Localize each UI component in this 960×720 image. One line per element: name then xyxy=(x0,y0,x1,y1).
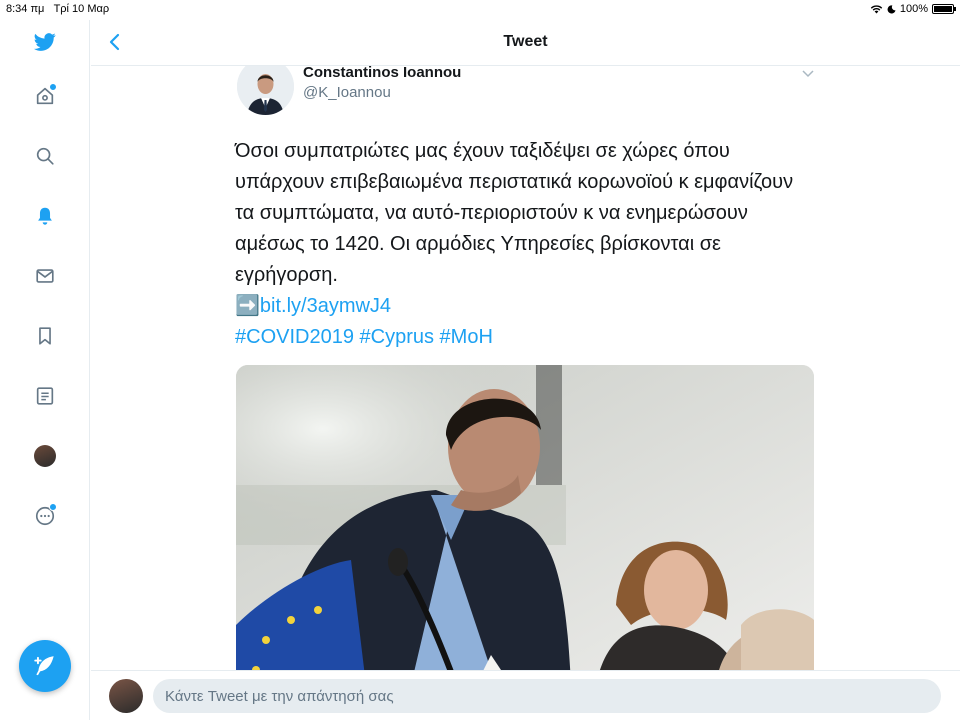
tweet-text: Όσοι συμπατριώτες μας έχουν ταξιδέψει σε… xyxy=(235,140,794,286)
more-badge xyxy=(49,503,57,511)
compose-feather-icon xyxy=(34,656,54,676)
battery-icon xyxy=(932,4,956,14)
reply-avatar xyxy=(109,679,143,713)
messages-icon[interactable] xyxy=(33,264,57,288)
arrow-emoji-icon: ➡️ xyxy=(235,295,260,317)
tweet-detail: Constantinos Ioannou @K_Ioannou Όσοι συμ… xyxy=(91,66,960,670)
tweet-body: Όσοι συμπατριώτες μας έχουν ταξιδέψει σε… xyxy=(235,136,815,353)
twitter-logo-icon[interactable] xyxy=(33,30,57,54)
tweet-photo-image xyxy=(236,365,814,670)
author-avatar-image xyxy=(237,66,294,115)
notifications-bell-icon[interactable] xyxy=(33,204,57,228)
profile-avatar-image xyxy=(34,445,56,467)
bookmark-icon[interactable] xyxy=(33,324,57,348)
header: Tweet xyxy=(91,20,960,66)
wifi-icon xyxy=(870,5,883,14)
lists-icon[interactable] xyxy=(33,384,57,408)
sidebar xyxy=(0,20,90,720)
home-icon[interactable] xyxy=(33,83,57,108)
chevron-down-icon[interactable] xyxy=(801,66,815,80)
page-title: Tweet xyxy=(503,33,548,50)
status-right: 100% xyxy=(870,3,956,15)
home-badge xyxy=(49,83,57,91)
tweet-hashtags[interactable]: #COVID2019 #Cyprus #MoH xyxy=(235,322,815,353)
more-icon[interactable] xyxy=(33,503,57,528)
author-name[interactable]: Constantinos Ioannou xyxy=(303,66,461,81)
reply-input[interactable]: Κάντε Tweet με την απάντησή σας xyxy=(153,679,941,713)
tweet-photo[interactable] xyxy=(236,365,814,670)
author-handle[interactable]: @K_Ioannou xyxy=(303,84,391,101)
battery-fill xyxy=(934,6,952,12)
author-avatar[interactable] xyxy=(237,66,294,115)
reply-bar: Κάντε Tweet με την απάντησή σας xyxy=(91,670,960,720)
battery-percent: 100% xyxy=(899,3,928,15)
status-time: 8:34 πμ Τρί 10 Μαρ xyxy=(6,3,110,15)
profile-avatar[interactable] xyxy=(33,444,57,468)
compose-tweet-button[interactable] xyxy=(19,640,71,692)
status-bar: 8:34 πμ Τρί 10 Μαρ 100% xyxy=(0,0,960,20)
tweet-link-line: ➡️bit.ly/3aymwJ4 xyxy=(235,291,815,322)
moon-icon xyxy=(887,4,896,13)
tweet-link[interactable]: bit.ly/3aymwJ4 xyxy=(260,295,391,317)
search-icon[interactable] xyxy=(33,144,57,168)
